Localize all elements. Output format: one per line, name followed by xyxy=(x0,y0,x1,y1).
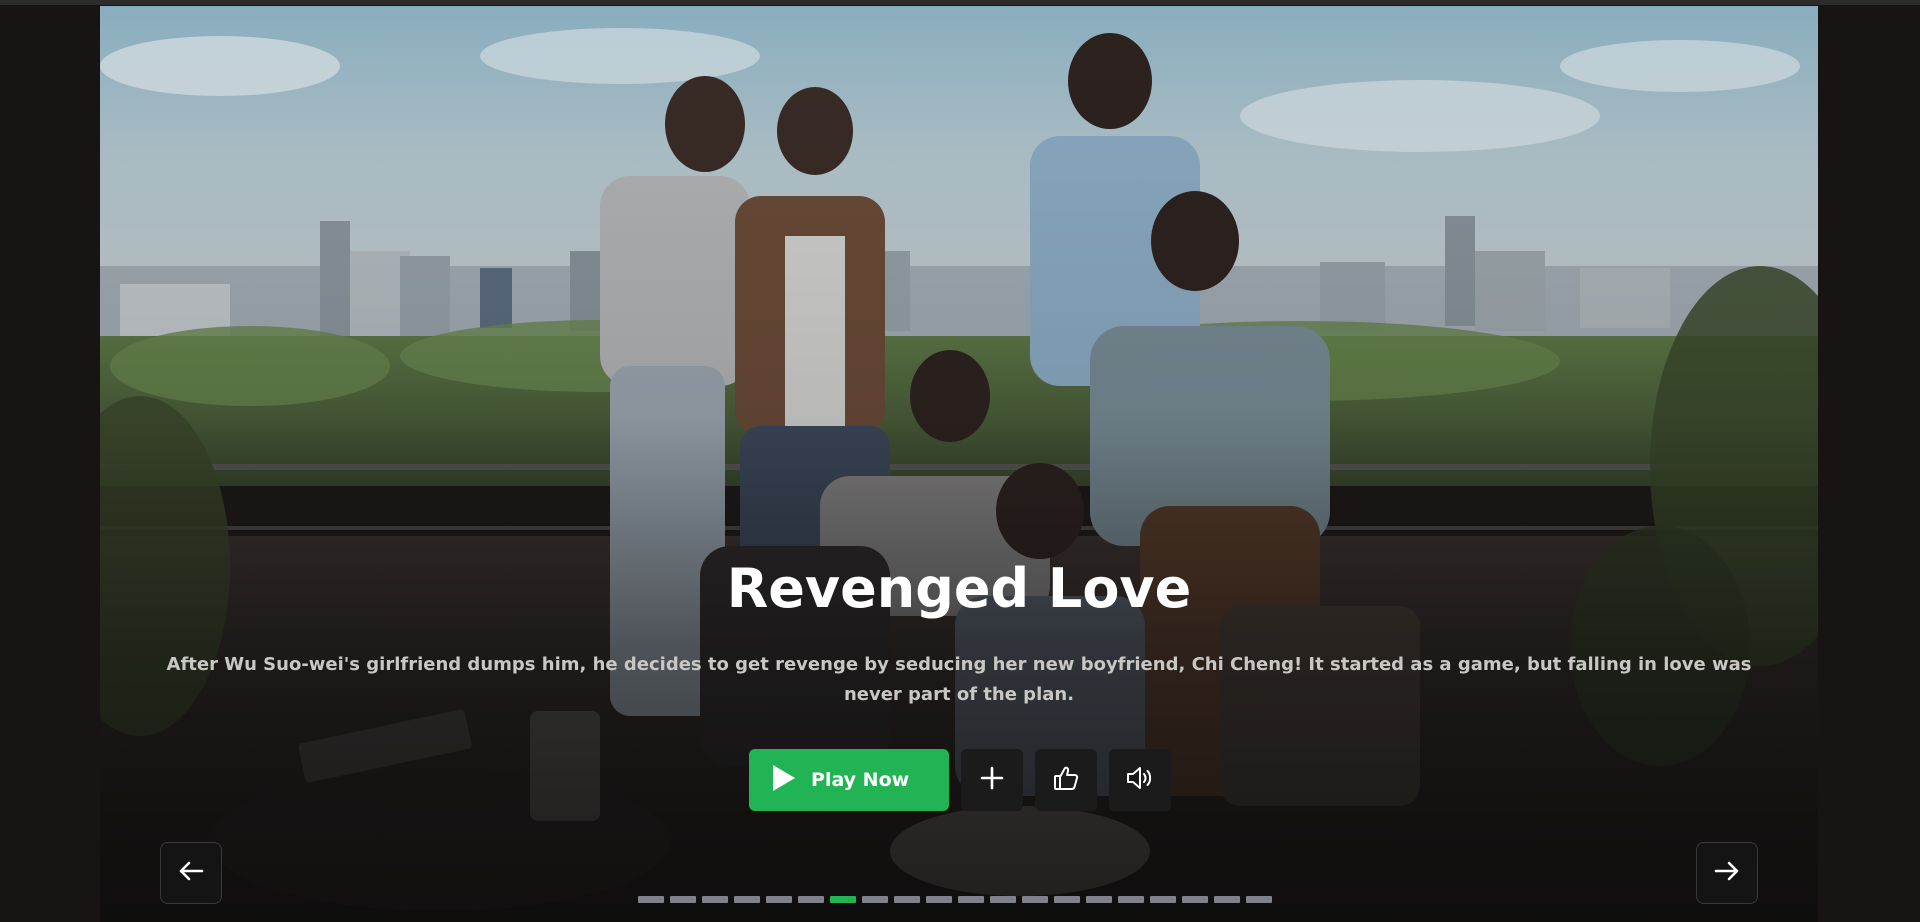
hero-actions: Play Now xyxy=(0,749,1920,811)
carousel-indicator[interactable] xyxy=(638,896,664,903)
play-now-label: Play Now xyxy=(811,769,910,791)
arrow-right-icon xyxy=(1714,859,1740,888)
plus-icon xyxy=(980,766,1004,795)
carousel-indicators xyxy=(638,896,1272,903)
sound-toggle-button[interactable] xyxy=(1109,749,1171,811)
next-slide-button[interactable] xyxy=(1696,842,1758,904)
play-now-button[interactable]: Play Now xyxy=(749,749,949,811)
add-to-list-button[interactable] xyxy=(961,749,1023,811)
thumbs-up-icon xyxy=(1052,764,1080,797)
carousel-indicator[interactable] xyxy=(894,896,920,903)
previous-slide-button[interactable] xyxy=(160,842,222,904)
hero-title: Revenged Love xyxy=(726,557,1192,620)
carousel-indicator[interactable] xyxy=(798,896,824,903)
carousel-indicator[interactable] xyxy=(862,896,888,903)
like-button[interactable] xyxy=(1035,749,1097,811)
carousel-indicator[interactable] xyxy=(958,896,984,903)
carousel-indicator[interactable] xyxy=(1246,896,1272,903)
carousel-indicator[interactable] xyxy=(1182,896,1208,903)
carousel-indicator[interactable] xyxy=(1086,896,1112,903)
carousel-indicator[interactable] xyxy=(1054,896,1080,903)
volume-icon xyxy=(1125,764,1155,797)
top-edge-divider xyxy=(0,0,1920,5)
page: Revenged Love After Wu Suo-wei's girlfri… xyxy=(0,0,1920,922)
carousel-indicator[interactable] xyxy=(1214,896,1240,903)
play-icon xyxy=(771,763,797,798)
arrow-left-icon xyxy=(178,859,204,888)
carousel-indicator[interactable] xyxy=(702,896,728,903)
carousel-indicator[interactable] xyxy=(670,896,696,903)
carousel-indicator[interactable] xyxy=(990,896,1016,903)
carousel-indicator[interactable] xyxy=(734,896,760,903)
carousel-indicator[interactable] xyxy=(1150,896,1176,903)
carousel-indicator[interactable] xyxy=(926,896,952,903)
carousel-indicator[interactable] xyxy=(766,896,792,903)
carousel-indicator[interactable] xyxy=(1022,896,1048,903)
hero-description: After Wu Suo-wei's girlfriend dumps him,… xyxy=(166,654,1752,705)
carousel-indicator[interactable] xyxy=(1118,896,1144,903)
carousel-indicator-active[interactable] xyxy=(830,896,856,903)
hero-content: Revenged Love After Wu Suo-wei's girlfri… xyxy=(100,544,1818,710)
